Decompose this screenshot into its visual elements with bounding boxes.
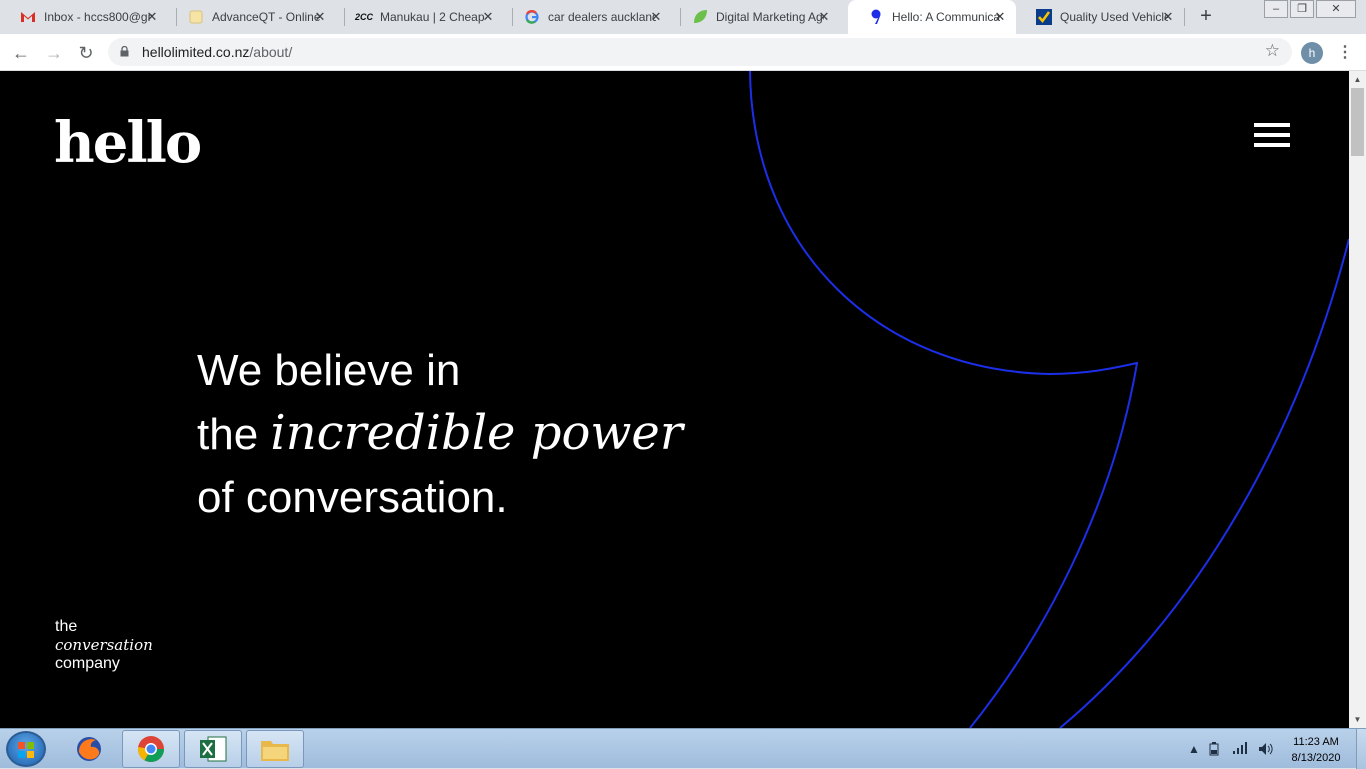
lock-icon[interactable] xyxy=(120,46,129,57)
headline-line-1: We believe in xyxy=(197,346,461,395)
show-desktop-button[interactable] xyxy=(1356,729,1366,769)
tab-title: Digital Marketing Agency xyxy=(716,10,824,24)
headline-line-3: of conversation. xyxy=(197,473,508,522)
restore-button[interactable]: ❐ xyxy=(1290,0,1314,18)
tab-title: Hello: A Communications xyxy=(892,10,1000,24)
close-tab-icon[interactable]: ✕ xyxy=(648,9,664,25)
tab-quality-used-vehicles[interactable]: Quality Used Vehicles ✕ xyxy=(1016,0,1184,34)
gmail-icon xyxy=(20,9,36,25)
vertical-scrollbar[interactable]: ▲ ▼ xyxy=(1349,71,1366,728)
tab-title: car dealers auckland xyxy=(548,10,656,24)
excel-icon xyxy=(200,736,227,762)
taskbar-chrome[interactable] xyxy=(122,730,180,768)
address-bar[interactable]: hellolimited.co.nz/about/ ☆ xyxy=(108,38,1292,66)
tab-google-search[interactable]: car dealers auckland ✕ xyxy=(504,0,672,34)
taskbar-explorer[interactable] xyxy=(246,730,304,768)
browser-toolbar: ← → ↻ hellolimited.co.nz/about/ ☆ h ⋮ xyxy=(0,34,1366,71)
leaf-icon xyxy=(692,9,708,25)
profile-avatar[interactable]: h xyxy=(1301,42,1323,64)
close-tab-icon[interactable]: ✕ xyxy=(1160,9,1176,25)
more-menu-icon[interactable]: ⋮ xyxy=(1337,41,1353,65)
close-tab-icon[interactable]: ✕ xyxy=(144,9,160,25)
tagline-line-2: conversation xyxy=(55,636,153,654)
reload-icon[interactable]: ↻ xyxy=(74,41,98,65)
hello-logo[interactable]: hello xyxy=(54,115,202,171)
windows-logo-icon xyxy=(18,742,34,758)
advanceqt-icon xyxy=(188,9,204,25)
checkmark-icon xyxy=(1036,9,1052,25)
tab-hello-active[interactable]: Hello: A Communications ✕ xyxy=(848,0,1016,34)
forward-arrow-icon[interactable]: → xyxy=(42,41,66,65)
2cc-icon: 2CC xyxy=(355,12,374,22)
close-tab-icon[interactable]: ✕ xyxy=(816,9,832,25)
clock-date: 8/13/2020 xyxy=(1291,752,1341,764)
hamburger-menu-icon[interactable] xyxy=(1254,123,1290,149)
volume-speaker-icon[interactable] xyxy=(1258,742,1274,759)
tab-digital-marketing[interactable]: Digital Marketing Agency ✕ xyxy=(672,0,840,34)
hello-comma-icon xyxy=(868,9,884,25)
google-icon xyxy=(524,9,540,25)
hero-headline: We believe in the incredible power of co… xyxy=(197,339,683,529)
scrollbar-thumb[interactable] xyxy=(1351,88,1364,156)
page-content: hello We believe in the incredible power… xyxy=(0,71,1349,728)
new-tab-button[interactable]: + xyxy=(1196,6,1216,26)
minimize-button[interactable]: – xyxy=(1264,0,1288,18)
taskbar-firefox[interactable] xyxy=(60,730,118,768)
bookmark-star-icon[interactable]: ☆ xyxy=(1265,41,1280,61)
headline-italic: incredible power xyxy=(270,405,683,461)
tab-advanceqt[interactable]: AdvanceQT - Online ✕ xyxy=(168,0,336,34)
tab-title: Quality Used Vehicles xyxy=(1060,10,1168,24)
tab-title: AdvanceQT - Online xyxy=(212,10,320,24)
chrome-icon xyxy=(137,736,165,763)
taskbar-excel[interactable] xyxy=(184,730,242,768)
scroll-up-arrow-icon[interactable]: ▲ xyxy=(1349,71,1366,88)
tagline: the conversation company xyxy=(55,618,153,673)
url-path: /about/ xyxy=(249,44,293,60)
url-host: hellolimited.co.nz xyxy=(142,44,250,60)
firefox-icon xyxy=(77,737,101,761)
start-button[interactable] xyxy=(6,731,46,767)
clock-time: 11:23 AM xyxy=(1293,736,1339,748)
close-tab-icon[interactable]: ✕ xyxy=(480,9,496,25)
scroll-down-arrow-icon[interactable]: ▼ xyxy=(1349,711,1366,728)
close-window-button[interactable]: ✕ xyxy=(1316,0,1356,18)
close-tab-icon[interactable]: ✕ xyxy=(312,9,328,25)
folder-icon xyxy=(261,741,289,761)
tagline-line-1: the xyxy=(55,618,78,635)
tagline-line-3: company xyxy=(55,655,120,672)
headline-line-2: the incredible power xyxy=(197,402,683,466)
window-controls: – ❐ ✕ xyxy=(1262,0,1356,18)
close-tab-icon[interactable]: ✕ xyxy=(992,9,1008,25)
tab-title: Inbox - hccs800@gmail.com xyxy=(44,10,152,24)
system-clock[interactable]: 11:23 AM 8/13/2020 xyxy=(1281,734,1351,766)
tab-title: Manukau | 2 Cheap Cars xyxy=(380,10,488,24)
battery-icon[interactable] xyxy=(1208,742,1220,759)
tab-gmail[interactable]: Inbox - hccs800@gmail.com ✕ xyxy=(0,0,168,34)
url-text[interactable]: hellolimited.co.nz/about/ xyxy=(142,44,292,60)
back-arrow-icon[interactable]: ← xyxy=(9,41,33,65)
headline-plain: the xyxy=(197,410,271,459)
network-signal-icon[interactable] xyxy=(1233,742,1249,757)
tab-2cheapcars[interactable]: 2CC Manukau | 2 Cheap Cars ✕ xyxy=(336,0,504,34)
windows-taskbar: ▲ 11:23 AM 8/13/2020 xyxy=(0,728,1366,769)
tab-strip: Inbox - hccs800@gmail.com ✕ AdvanceQT - … xyxy=(0,0,1366,34)
show-hidden-icons-arrow[interactable]: ▲ xyxy=(1188,742,1200,756)
